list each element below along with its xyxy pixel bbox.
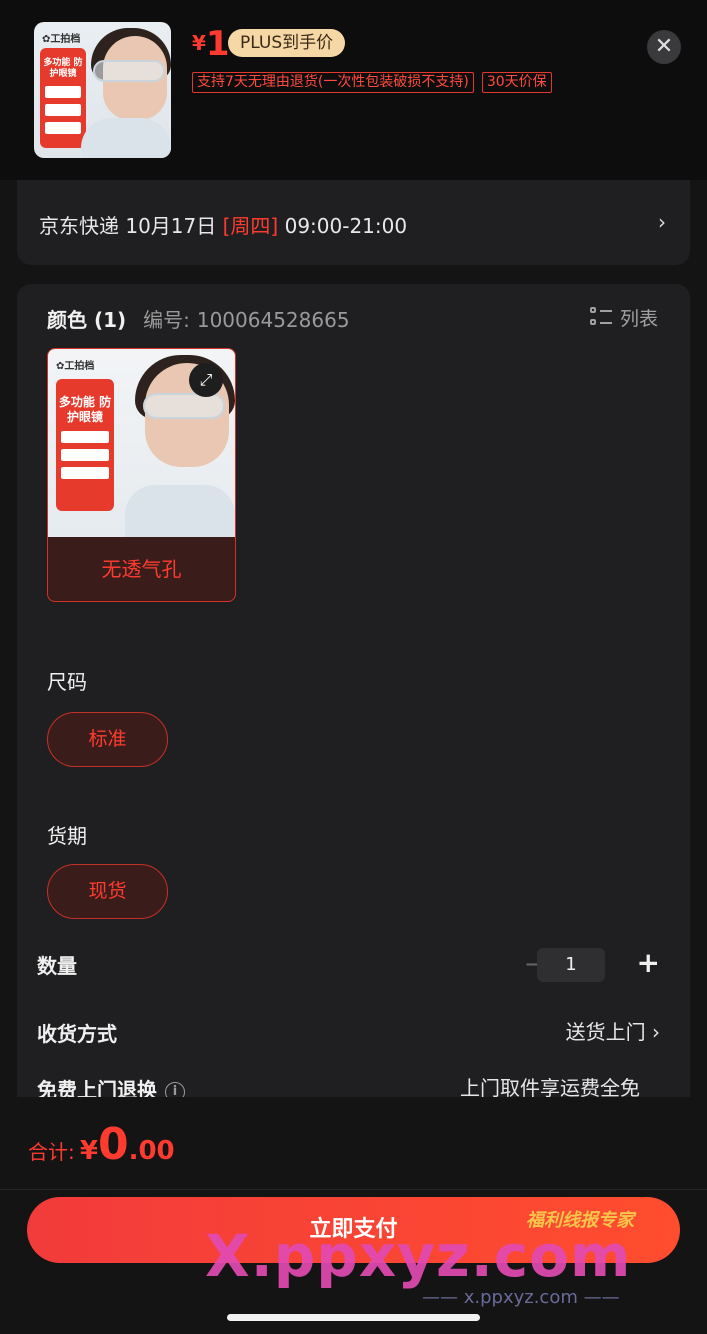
- list-view-button[interactable]: 列表: [589, 304, 658, 331]
- expand-icon[interactable]: ⤢: [189, 363, 223, 397]
- order-total: 合计: ¥0.00: [28, 1119, 175, 1170]
- product-price: ¥1: [192, 24, 230, 64]
- quantity-label: 数量: [37, 954, 77, 978]
- delivery-text: 京东快递 10月17日 [周四] 09:00-21:00: [39, 214, 408, 238]
- quantity-input[interactable]: 1: [537, 948, 605, 982]
- watermark-small-text: —— x.ppxyz.com ——: [422, 1287, 620, 1308]
- quantity-row: 数量 − 1 +: [37, 946, 670, 988]
- price-protect-tag: 30天价保: [481, 72, 552, 93]
- chevron-right-icon: ›: [658, 210, 666, 234]
- product-header: ✿工拍档 多功能 防护眼镜 ¥1 PLUS到手价 支持7天无理由退货(一次性包装…: [0, 0, 707, 180]
- sku-option-card[interactable]: ✿工拍档 多功能 防护眼镜 ⤢ 无透气孔: [47, 348, 236, 602]
- delivery-row[interactable]: 京东快递 10月17日 [周四] 09:00-21:00 ›: [17, 180, 690, 265]
- sku-label: 无透气孔: [101, 557, 182, 581]
- shipping-method-row[interactable]: 收货方式 送货上门 ›: [37, 1016, 670, 1056]
- product-thumbnail[interactable]: ✿工拍档 多功能 防护眼镜: [34, 22, 171, 158]
- sku-options-card: 颜色 (1) 编号: 100064528665 列表 ✿工拍档 多功能 防护眼镜: [17, 284, 690, 1154]
- thumbnail-panel: 多功能 防护眼镜: [40, 48, 86, 148]
- home-indicator[interactable]: [227, 1314, 480, 1321]
- shipping-value: 送货上门 ›: [565, 1020, 660, 1044]
- color-section-title: 颜色 (1) 编号: 100064528665: [47, 308, 350, 332]
- product-code: 100064528665: [196, 308, 350, 332]
- shipping-label: 收货方式: [37, 1022, 117, 1046]
- thumbnail-brand: ✿工拍档: [42, 34, 81, 45]
- size-section-title: 尺码: [47, 670, 87, 694]
- checkout-sheet: ✿工拍档 多功能 防护眼镜 ¥1 PLUS到手价 支持7天无理由退货(一次性包装…: [0, 0, 707, 1334]
- return-policy-tag: 支持7天无理由退货(一次性包装破损不支持): [192, 72, 474, 93]
- divider: [0, 1189, 707, 1190]
- watermark-big-text: X.ppxyz.com: [205, 1222, 632, 1290]
- quantity-plus-button[interactable]: +: [637, 946, 660, 979]
- list-icon: [589, 306, 612, 329]
- chevron-right-icon: ›: [652, 1020, 660, 1044]
- stock-option-instock[interactable]: 现货: [47, 864, 168, 919]
- thumbnail-panel-text: 多功能 防护眼镜: [43, 58, 83, 79]
- sku-image: ✿工拍档 多功能 防护眼镜 ⤢: [48, 349, 235, 537]
- size-option-standard[interactable]: 标准: [47, 712, 168, 767]
- stock-section-title: 货期: [47, 824, 87, 848]
- service-tags: 支持7天无理由退货(一次性包装破损不支持) 30天价保: [192, 72, 552, 93]
- plus-price-badge: PLUS到手价: [228, 29, 346, 57]
- close-icon[interactable]: ✕: [647, 30, 681, 64]
